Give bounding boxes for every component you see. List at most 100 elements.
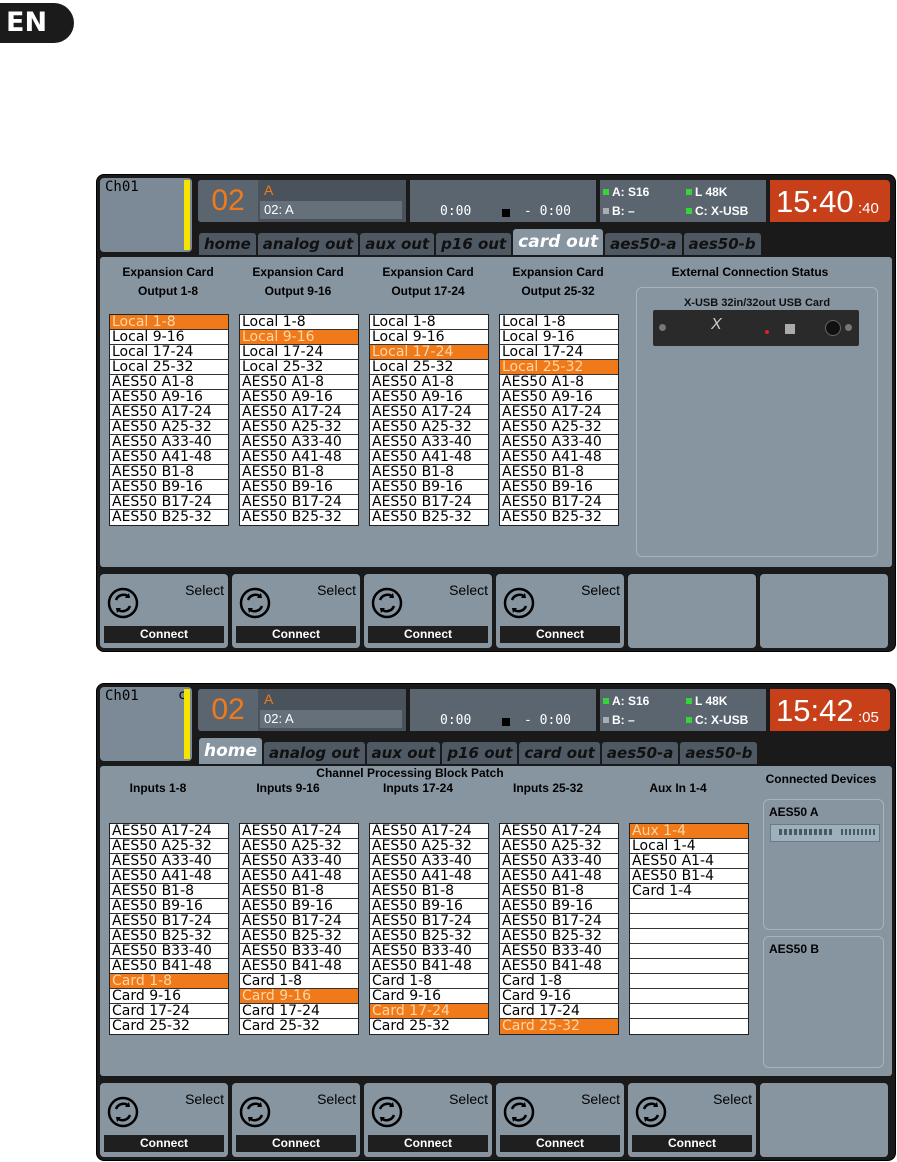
tab-aes50-b[interactable]: aes50-b bbox=[683, 233, 761, 255]
rotary-knob-icon[interactable] bbox=[635, 1096, 667, 1128]
connect-button[interactable]: Connect bbox=[368, 626, 488, 643]
list-item[interactable]: AES50 A17-24 bbox=[110, 824, 228, 839]
list-item[interactable]: AES50 A41-48 bbox=[370, 869, 488, 884]
list-item[interactable]: Local 25-32 bbox=[110, 360, 228, 375]
list-item[interactable]: Local 9-16 bbox=[500, 330, 618, 345]
list-item[interactable]: AES50 A25-32 bbox=[500, 420, 618, 435]
list-item[interactable]: Card 25-32 bbox=[240, 1019, 358, 1034]
rotary-knob-icon[interactable] bbox=[503, 587, 535, 619]
list-item[interactable]: Local 25-32 bbox=[500, 360, 618, 375]
list-item[interactable] bbox=[630, 989, 748, 1004]
list-item[interactable] bbox=[630, 1019, 748, 1034]
list-item[interactable]: AES50 B41-48 bbox=[240, 959, 358, 974]
tab-home[interactable]: home bbox=[199, 233, 256, 255]
list-item[interactable]: AES50 B1-4 bbox=[630, 869, 748, 884]
list-item[interactable]: Local 25-32 bbox=[240, 360, 358, 375]
list-item[interactable]: AES50 B41-48 bbox=[500, 959, 618, 974]
tab-analog-out[interactable]: analog out bbox=[257, 233, 359, 255]
list-item[interactable]: Card 1-4 bbox=[630, 884, 748, 899]
tab-home[interactable]: home bbox=[199, 738, 263, 764]
rotary-knob-icon[interactable] bbox=[371, 587, 403, 619]
rotary-knob-icon[interactable] bbox=[107, 1096, 139, 1128]
device-panel-b[interactable]: AES50 B bbox=[763, 936, 884, 1068]
list-item[interactable]: AES50 A9-16 bbox=[500, 390, 618, 405]
list-item[interactable]: AES50 B1-8 bbox=[500, 884, 618, 899]
tab-card-out[interactable]: card out bbox=[519, 742, 600, 764]
rotary-knob-icon[interactable] bbox=[107, 587, 139, 619]
list-item[interactable]: AES50 A25-32 bbox=[240, 420, 358, 435]
list-item[interactable]: Card 1-8 bbox=[500, 974, 618, 989]
list-item[interactable]: Local 1-8 bbox=[370, 315, 488, 330]
list-item[interactable]: AES50 A17-24 bbox=[500, 824, 618, 839]
list-item[interactable] bbox=[630, 959, 748, 974]
list-item[interactable]: AES50 A1-8 bbox=[500, 375, 618, 390]
tab-aux-out[interactable]: aux out bbox=[360, 233, 435, 255]
list-item[interactable] bbox=[630, 974, 748, 989]
list-item[interactable]: AES50 A41-48 bbox=[500, 450, 618, 465]
rotary-knob-icon[interactable] bbox=[239, 1096, 271, 1128]
list-item[interactable]: AES50 B17-24 bbox=[240, 914, 358, 929]
softkey-3[interactable]: Select Connect bbox=[364, 1083, 492, 1157]
list-item[interactable]: AES50 A25-32 bbox=[240, 839, 358, 854]
list-item[interactable]: AES50 A25-32 bbox=[370, 839, 488, 854]
list-item[interactable]: AES50 A41-48 bbox=[240, 869, 358, 884]
connect-button[interactable]: Connect bbox=[500, 626, 620, 643]
list-item[interactable]: Card 9-16 bbox=[110, 989, 228, 1004]
list-item[interactable]: AES50 B33-40 bbox=[110, 944, 228, 959]
list-item[interactable]: AES50 B9-16 bbox=[500, 899, 618, 914]
tab-aes50-b[interactable]: aes50-b bbox=[680, 742, 758, 764]
list-item[interactable]: AES50 B17-24 bbox=[370, 495, 488, 510]
list-item[interactable]: AES50 A33-40 bbox=[240, 435, 358, 450]
list-item[interactable]: AES50 A1-4 bbox=[630, 854, 748, 869]
rotary-knob-icon[interactable] bbox=[239, 587, 271, 619]
softkey-5[interactable] bbox=[628, 574, 756, 648]
list-item[interactable]: AES50 B41-48 bbox=[370, 959, 488, 974]
list-item[interactable]: AES50 A33-40 bbox=[110, 854, 228, 869]
list-item[interactable]: AES50 B17-24 bbox=[500, 914, 618, 929]
list-item[interactable]: AES50 A1-8 bbox=[240, 375, 358, 390]
list-item[interactable]: Local 9-16 bbox=[370, 330, 488, 345]
list-item[interactable]: AES50 A41-48 bbox=[110, 869, 228, 884]
tab-p16-out[interactable]: p16 out bbox=[436, 233, 512, 255]
list-item[interactable] bbox=[630, 1004, 748, 1019]
softkey-3[interactable]: Select Connect bbox=[364, 574, 492, 648]
softkey-1[interactable]: Select Connect bbox=[100, 574, 228, 648]
connect-button[interactable]: Connect bbox=[104, 626, 224, 643]
list-item[interactable]: AES50 A17-24 bbox=[370, 405, 488, 420]
list-item[interactable]: Card 1-8 bbox=[110, 974, 228, 989]
list-item[interactable]: Local 1-4 bbox=[630, 839, 748, 854]
list-item[interactable]: Local 1-8 bbox=[110, 315, 228, 330]
list-item[interactable]: Local 9-16 bbox=[110, 330, 228, 345]
list-item[interactable]: Card 9-16 bbox=[370, 989, 488, 1004]
list-item[interactable]: AES50 A17-24 bbox=[500, 405, 618, 420]
list-item[interactable]: Card 9-16 bbox=[500, 989, 618, 1004]
list-item[interactable]: AES50 A41-48 bbox=[370, 450, 488, 465]
list-item[interactable]: AES50 A33-40 bbox=[500, 435, 618, 450]
rotary-knob-icon[interactable] bbox=[371, 1096, 403, 1128]
softkey-2[interactable]: Select Connect bbox=[232, 1083, 360, 1157]
rotary-knob-icon[interactable] bbox=[503, 1096, 535, 1128]
list-item[interactable]: AES50 B9-16 bbox=[500, 480, 618, 495]
list-item[interactable]: AES50 A17-24 bbox=[240, 824, 358, 839]
list-item[interactable]: AES50 A17-24 bbox=[370, 824, 488, 839]
list-item[interactable]: AES50 B1-8 bbox=[110, 884, 228, 899]
device-panel-a[interactable]: AES50 A bbox=[763, 799, 884, 930]
list-item[interactable]: AES50 A25-32 bbox=[370, 420, 488, 435]
list-item[interactable]: Card 25-32 bbox=[370, 1019, 488, 1034]
list-item[interactable]: Local 17-24 bbox=[240, 345, 358, 360]
softkey-6[interactable] bbox=[760, 1083, 888, 1157]
list-item[interactable] bbox=[630, 914, 748, 929]
list-item[interactable]: AES50 A33-40 bbox=[500, 854, 618, 869]
list-item[interactable]: AES50 A33-40 bbox=[110, 435, 228, 450]
tab-card-out[interactable]: card out bbox=[513, 229, 604, 255]
list-item[interactable]: AES50 B9-16 bbox=[110, 480, 228, 495]
list-item[interactable]: AES50 B17-24 bbox=[370, 914, 488, 929]
list-item[interactable] bbox=[630, 944, 748, 959]
tab-aes50-a[interactable]: aes50-a bbox=[601, 742, 679, 764]
list-item[interactable]: AES50 A25-32 bbox=[110, 839, 228, 854]
list-item[interactable]: AES50 B9-16 bbox=[110, 899, 228, 914]
list-item[interactable]: AES50 B9-16 bbox=[370, 899, 488, 914]
tab-p16-out[interactable]: p16 out bbox=[442, 742, 518, 764]
list-item[interactable]: AES50 B33-40 bbox=[500, 944, 618, 959]
list-item[interactable]: AES50 B1-8 bbox=[110, 465, 228, 480]
